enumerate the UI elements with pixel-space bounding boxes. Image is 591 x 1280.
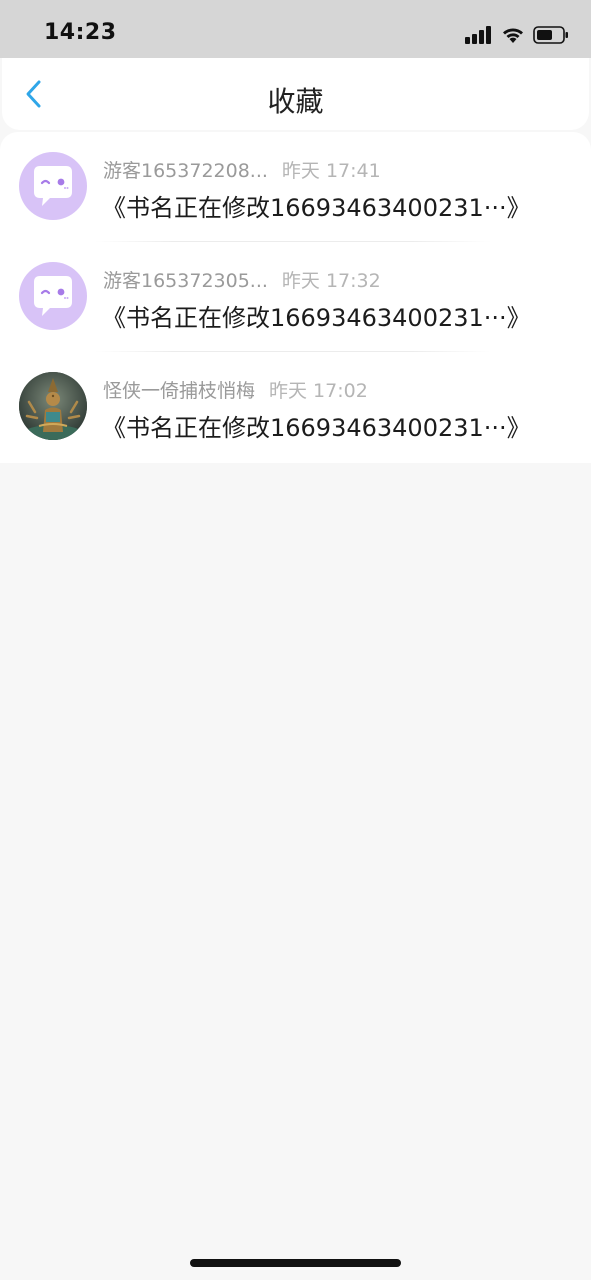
- user-name: 游客165372208...: [103, 160, 268, 182]
- book-title: 《书名正在修改16693463400231···》: [102, 414, 531, 442]
- item-time: 昨天 17:41: [281, 160, 381, 182]
- home-indicator: [190, 1259, 401, 1267]
- user-name: 怪侠一倚捕枝悄梅: [103, 380, 256, 402]
- item-time: 昨天 17:02: [269, 380, 368, 402]
- user-name: 游客165372305...: [103, 270, 268, 292]
- list-item[interactable]: 游客165372208... 昨天 17:41 《书名正在修改1669346340…: [0, 132, 591, 242]
- status-time: 14:23: [44, 20, 117, 45]
- item-meta: 怪侠一倚捕枝悄梅 昨天 17:02: [103, 376, 368, 403]
- chat-bubble-avatar: [19, 152, 87, 220]
- statue-photo-avatar: [19, 372, 87, 440]
- favorites-list: 游客165372208... 昨天 17:41 《书名正在修改1669346340…: [0, 132, 591, 463]
- item-meta: 游客165372305... 昨天 17:32: [103, 266, 381, 293]
- signal-icon: [465, 26, 491, 44]
- page-title: 收藏: [267, 85, 324, 118]
- item-meta: 游客165372208... 昨天 17:41: [103, 156, 381, 183]
- statue-photo-icon: [19, 372, 87, 440]
- nav-header: 收藏: [2, 58, 589, 130]
- status-bar: 14:23: [0, 0, 591, 58]
- chat-bubble-icon: [34, 276, 72, 316]
- chat-bubble-icon: [34, 166, 72, 206]
- battery-icon: [533, 26, 568, 44]
- chat-bubble-avatar: [19, 262, 87, 330]
- status-icons: [465, 22, 569, 48]
- wifi-icon: [503, 28, 523, 43]
- list-item[interactable]: 怪侠一倚捕枝悄梅 昨天 17:02 《书名正在修改16693463400231··…: [0, 352, 591, 462]
- list-item[interactable]: 游客165372305... 昨天 17:32 《书名正在修改1669346340…: [0, 242, 591, 352]
- item-time: 昨天 17:32: [281, 270, 381, 292]
- book-title: 《书名正在修改16693463400231···》: [102, 194, 531, 222]
- book-title: 《书名正在修改16693463400231···》: [102, 304, 531, 332]
